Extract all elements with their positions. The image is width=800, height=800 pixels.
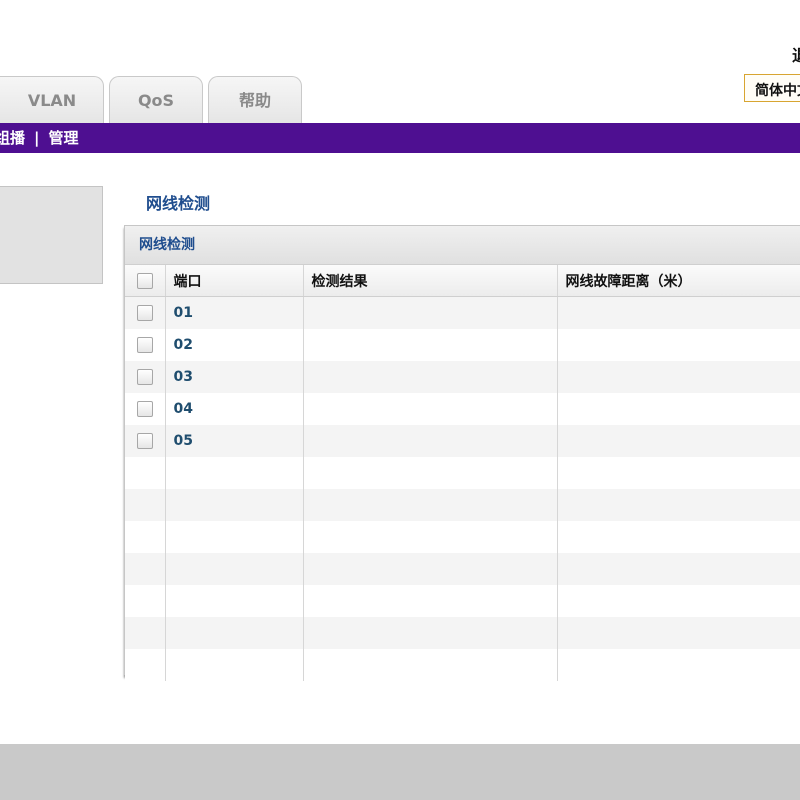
- table-row: 01: [125, 296, 800, 329]
- tab-vlan[interactable]: VLAN: [0, 76, 104, 124]
- table-row: 04: [125, 393, 800, 425]
- port-cell: 05: [165, 425, 304, 457]
- logout-link[interactable]: 退: [792, 42, 800, 66]
- port-cell: 04: [165, 393, 304, 425]
- nav-item-management[interactable]: 管理: [49, 129, 79, 147]
- cable-test-table: 端口 检测结果 网线故障距离（米） 01 02 03 04 05: [125, 265, 800, 681]
- nav-separator: |: [34, 129, 40, 147]
- select-all-checkbox[interactable]: [137, 272, 153, 289]
- row-checkbox[interactable]: [137, 433, 153, 449]
- empty-row: [125, 553, 800, 585]
- footer-bar: [0, 744, 800, 800]
- row-checkbox[interactable]: [137, 401, 153, 417]
- tab-help[interactable]: 帮助: [208, 76, 302, 124]
- empty-row: [125, 585, 800, 617]
- distance-cell: [557, 361, 800, 393]
- empty-row: [125, 457, 800, 489]
- result-cell: [303, 393, 558, 425]
- select-all-cell: [125, 265, 166, 297]
- sub-navbar: 组播 | 管理: [0, 123, 800, 153]
- cable-test-panel: 网线检测 端口 检测结果 网线故障距离（米） 01 02 03 04 05: [124, 225, 800, 681]
- empty-row: [125, 489, 800, 521]
- distance-cell: [557, 296, 800, 329]
- column-header-distance: 网线故障距离（米）: [557, 265, 800, 297]
- distance-cell: [557, 425, 800, 457]
- port-cell: 03: [165, 361, 304, 393]
- row-checkbox[interactable]: [137, 369, 153, 385]
- panel-title: 网线检测: [125, 226, 800, 265]
- table-row: 02: [125, 329, 800, 361]
- table-row: 05: [125, 425, 800, 457]
- distance-cell: [557, 329, 800, 361]
- empty-row: [125, 521, 800, 553]
- page-title: 网线检测: [146, 194, 211, 213]
- row-checkbox[interactable]: [137, 337, 153, 353]
- port-cell: 02: [165, 329, 304, 361]
- result-cell: [303, 329, 558, 361]
- table-header-row: 端口 检测结果 网线故障距离（米）: [125, 265, 800, 297]
- sidebar-panel: [0, 186, 103, 284]
- column-header-result: 检测结果: [303, 265, 558, 297]
- port-cell: 01: [165, 296, 304, 329]
- empty-row: [125, 617, 800, 649]
- tab-qos[interactable]: QoS: [109, 76, 203, 124]
- row-checkbox[interactable]: [137, 305, 153, 321]
- language-select[interactable]: 简体中文: [744, 74, 800, 102]
- column-header-port: 端口: [165, 265, 304, 297]
- empty-row: [125, 649, 800, 681]
- result-cell: [303, 425, 558, 457]
- table-row: 03: [125, 361, 800, 393]
- nav-item-multicast[interactable]: 组播: [0, 129, 25, 147]
- result-cell: [303, 296, 558, 329]
- distance-cell: [557, 393, 800, 425]
- result-cell: [303, 361, 558, 393]
